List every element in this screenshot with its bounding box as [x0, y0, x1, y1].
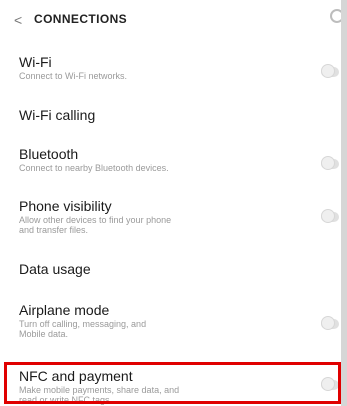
- page-title: CONNECTIONS: [34, 12, 128, 26]
- nfc-toggle[interactable]: [321, 377, 339, 391]
- setting-title: Phone visibility: [19, 198, 112, 214]
- setting-title: NFC and payment: [19, 368, 133, 384]
- setting-item-nfc-payment[interactable]: NFC and payment Make mobile payments, sh…: [0, 362, 341, 406]
- bluetooth-toggle[interactable]: [321, 156, 339, 170]
- setting-title: Bluetooth: [19, 146, 79, 162]
- setting-item-data-usage[interactable]: Data usage: [0, 252, 341, 282]
- setting-subtitle-line2: Mobile data.: [19, 329, 69, 339]
- setting-subtitle-line1: Make mobile payments, share data, and: [19, 385, 180, 395]
- settings-screen: < CONNECTIONS Wi-Fi Connect to Wi-Fi net…: [0, 0, 347, 406]
- setting-subtitle-line2: read or write NFC tags.: [19, 395, 113, 405]
- setting-item-wifi-calling[interactable]: Wi-Fi calling: [0, 100, 341, 130]
- setting-title: Data usage: [19, 261, 91, 277]
- setting-item-phone-visibility[interactable]: Phone visibility Allow other devices to …: [0, 192, 341, 242]
- setting-subtitle: Connect to nearby Bluetooth devices.: [19, 163, 169, 173]
- setting-title: Airplane mode: [19, 302, 110, 318]
- setting-subtitle-line1: Turn off calling, messaging, and: [19, 319, 147, 329]
- airplane-mode-toggle[interactable]: [321, 316, 339, 330]
- setting-subtitle: Connect to Wi-Fi networks.: [19, 71, 128, 81]
- app-bar: < CONNECTIONS: [0, 0, 341, 40]
- setting-title: Wi-Fi calling: [19, 107, 96, 123]
- setting-item-bluetooth[interactable]: Bluetooth Connect to nearby Bluetooth de…: [0, 140, 341, 180]
- setting-subtitle-line1: Allow other devices to find your phone: [19, 215, 172, 225]
- setting-title: Wi-Fi: [19, 54, 52, 70]
- setting-subtitle-line2: and transfer files.: [19, 225, 89, 235]
- phone-visibility-toggle[interactable]: [321, 209, 339, 223]
- wifi-toggle[interactable]: [321, 64, 339, 78]
- setting-item-airplane-mode[interactable]: Airplane mode Turn off calling, messagin…: [0, 296, 341, 348]
- setting-item-wifi[interactable]: Wi-Fi Connect to Wi-Fi networks.: [0, 48, 341, 88]
- search-icon[interactable]: [330, 9, 341, 23]
- back-arrow-icon[interactable]: <: [14, 10, 22, 30]
